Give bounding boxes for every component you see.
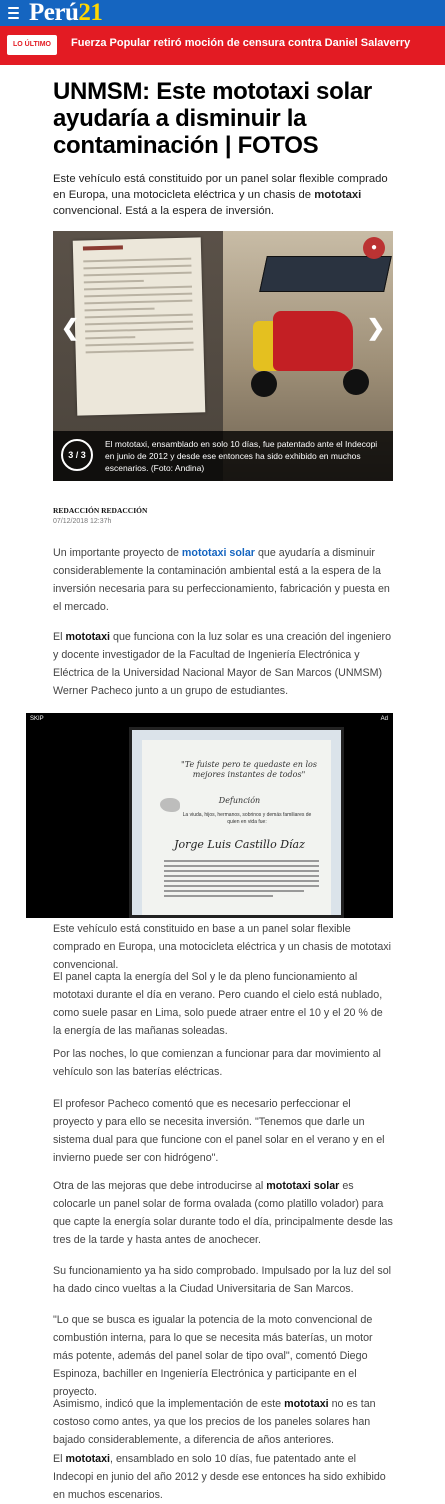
ad-label: Ad (380, 716, 388, 722)
gallery-caption-bar: 3 / 3 El mototaxi, ensamblado en solo 10… (53, 431, 393, 481)
obituary-quote: "Te fuiste pero te quedaste en los mejor… (181, 760, 317, 779)
latest-badge: LO ÚLTIMO (7, 35, 57, 55)
microphone-icon: ● (363, 237, 385, 259)
photo-gallery[interactable]: ● ❮ ❯ 3 / 3 El mototaxi, ensamblado en s… (53, 231, 393, 481)
hamburger-menu-icon[interactable] (8, 7, 19, 19)
paragraph-1: Un importante proyecto de mototaxi solar… (53, 547, 390, 613)
gallery-caption: El mototaxi, ensamblado en solo 10 días,… (105, 439, 378, 473)
paragraph-5: Por las noches, lo que comienzan a funci… (53, 1048, 381, 1078)
video-player[interactable]: SKIP Ad "Te fuiste pero te quedaste en l… (26, 713, 393, 918)
paragraph-6: El profesor Pacheco comentó que es neces… (53, 1098, 385, 1164)
paragraph-9: "Lo que se busca es igualar la potencia … (53, 1314, 373, 1398)
gallery-counter: 3 / 3 (61, 439, 93, 471)
obituary-body (164, 860, 319, 900)
obituary-name: Jorge Luis Castillo Díaz (174, 838, 305, 851)
article-title: UNMSM: Este mototaxi solar ayudaría a di… (53, 78, 372, 159)
article-subtitle: Este vehículo está constituido por un pa… (53, 173, 388, 217)
paragraph-2: El mototaxi que funciona con la luz sola… (53, 631, 392, 697)
paragraph-8: Su funcionamiento ya ha sido comprobado.… (53, 1265, 392, 1295)
breaking-news-bar: LO ÚLTIMO Fuerza Popular retiró moción d… (0, 26, 445, 65)
paragraph-3: Este vehículo está constituido en base a… (53, 923, 392, 971)
skip-button[interactable]: SKIP (30, 716, 44, 722)
publish-date: 07/12/2018 12:37h (53, 518, 112, 525)
obituary-card: "Te fuiste pero te quedaste en los mejor… (129, 727, 344, 918)
site-header: Perú21 (0, 0, 445, 26)
breaking-headline-link[interactable]: Fuerza Popular retiró moción de censura … (71, 37, 410, 49)
chevron-left-icon[interactable]: ❮ (61, 315, 79, 341)
obituary-heading: Defunción (218, 796, 261, 805)
author-name[interactable]: REDACCIÓN REDACCIÓN (53, 506, 147, 515)
obituary-family-line: La viuda, hijos, hermanos, sobrinos y de… (182, 812, 312, 825)
mototaxi-solar-link[interactable]: mototaxi solar (182, 547, 255, 559)
paragraph-10: Asimismo, indicó que la implementación d… (53, 1398, 376, 1446)
paragraph-7: Otra de las mejoras que debe introducirs… (53, 1180, 393, 1246)
site-logo[interactable]: Perú21 (29, 0, 103, 26)
paragraph-4: El panel capta la energía del Sol y le d… (53, 971, 383, 1037)
chevron-right-icon[interactable]: ❯ (367, 315, 385, 341)
paragraph-11: El mototaxi, ensamblado en solo 10 días,… (53, 1453, 386, 1501)
